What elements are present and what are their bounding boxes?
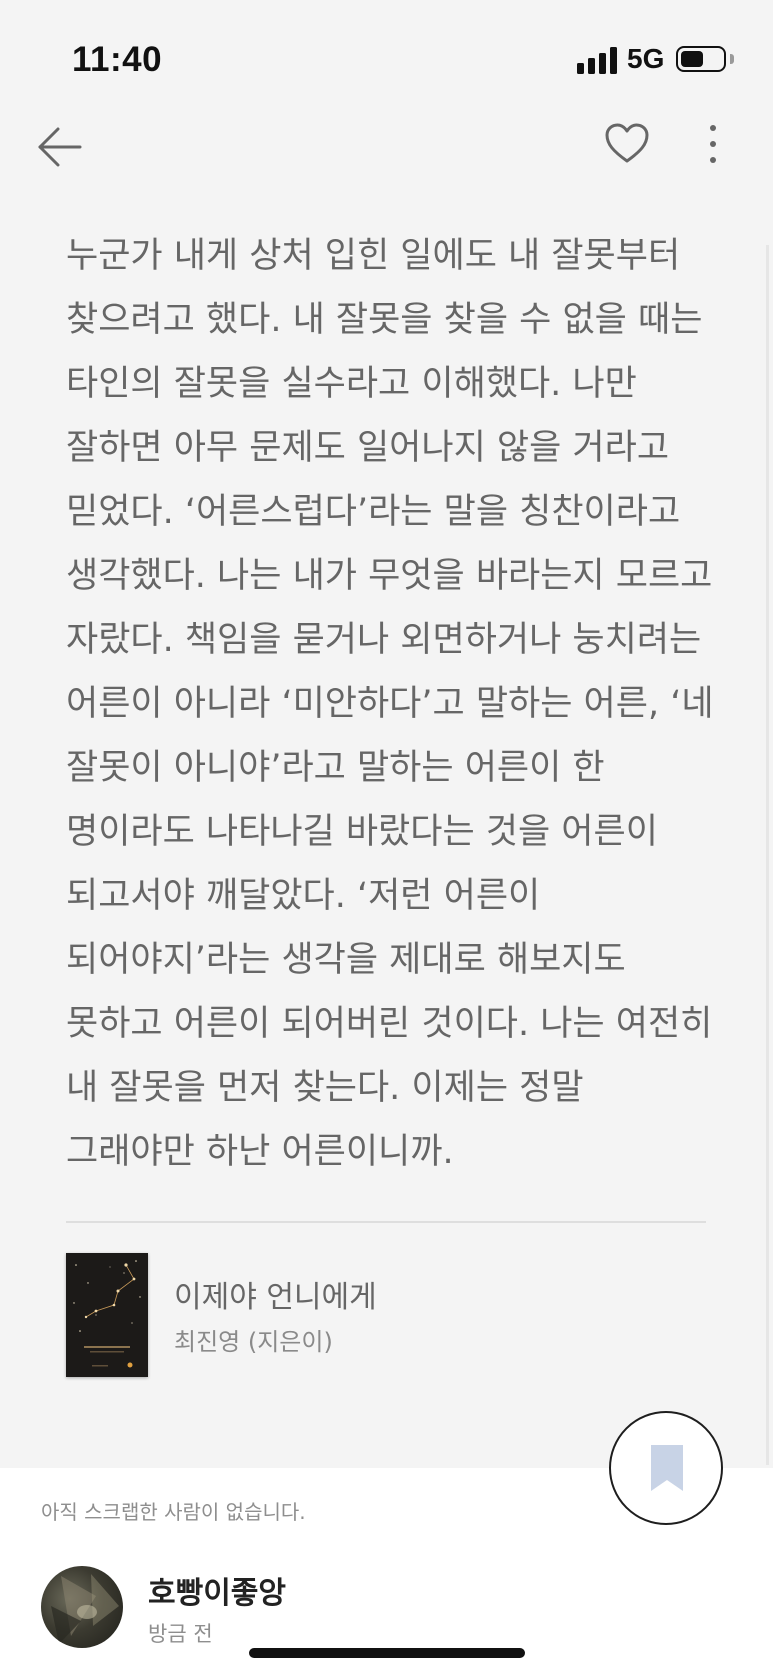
post-time: 방금 전 [148,1622,213,1646]
scrap-status-text: 아직 스크랩한 사람이 없습니다. [41,1500,306,1524]
more-options-icon[interactable] [698,120,728,168]
home-indicator [249,1648,525,1658]
heart-icon[interactable] [603,120,651,168]
divider [66,1221,706,1223]
network-type: 5G [627,43,665,74]
status-bar: 11:40 5G [0,0,773,120]
bookmark-icon [649,1443,685,1493]
top-bar [0,120,773,220]
battery-tip [730,54,734,64]
book-title[interactable]: 이제야 언니에게 [174,1272,377,1316]
battery-icon [676,46,726,72]
book-cover-image[interactable] [66,1253,148,1377]
back-arrow-icon[interactable] [34,120,88,174]
signal-strength-icon [577,46,619,74]
scrollbar-track [766,245,769,1465]
quote-text: 누군가 내게 상처 입힌 일에도 내 잘못부터 찾으려고 했다. 내 잘못을 찾… [66,236,714,1172]
bookmark-button[interactable] [609,1411,723,1525]
book-author: 최진영 (지은이) [174,1328,333,1356]
user-avatar[interactable] [41,1566,123,1648]
user-name[interactable]: 호빵이좋앙 [148,1568,286,1612]
status-time: 11:40 [72,40,163,79]
battery-level [681,51,703,67]
